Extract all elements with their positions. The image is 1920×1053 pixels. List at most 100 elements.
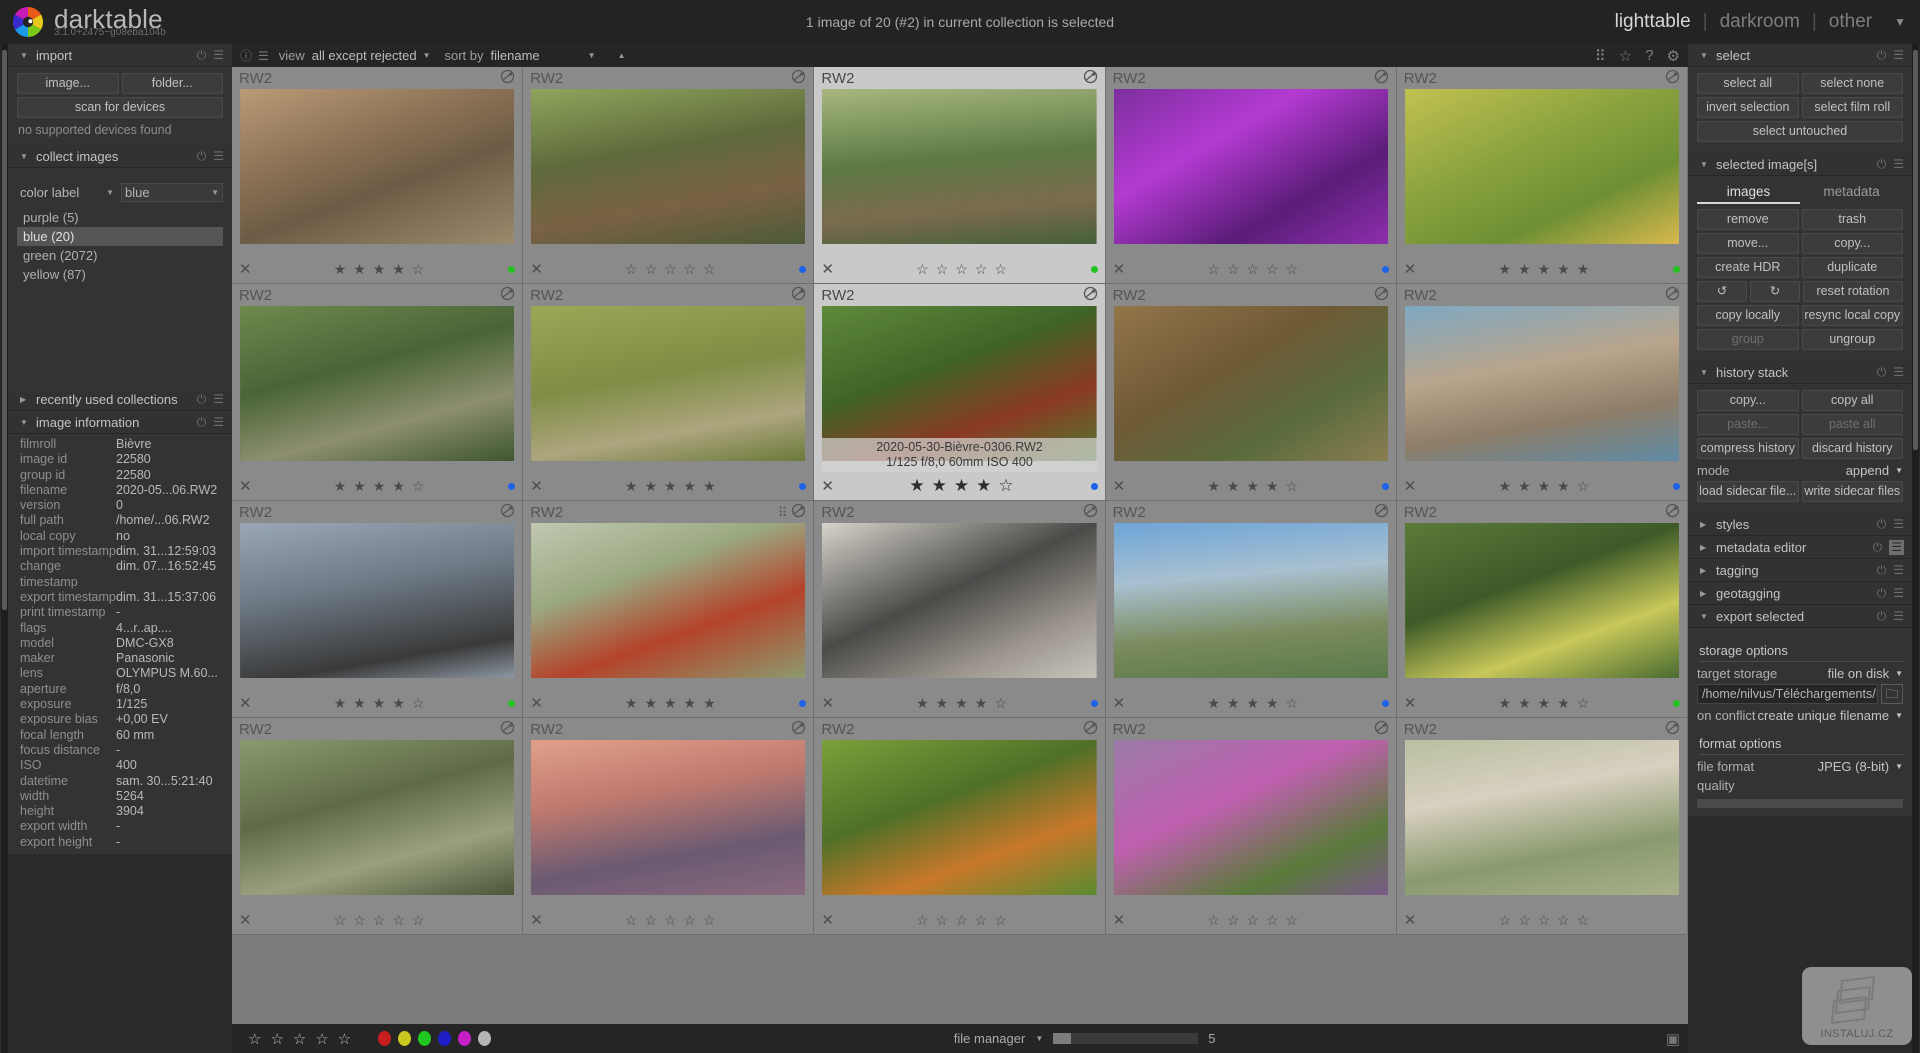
view-filter-value[interactable]: all except rejected xyxy=(312,48,417,63)
reset-icon[interactable]: ⏻ xyxy=(197,392,207,407)
color-label-filter-5[interactable] xyxy=(478,1031,492,1046)
presets-icon[interactable]: ☰ xyxy=(213,392,224,407)
presets-icon[interactable]: ☰ xyxy=(1893,517,1904,532)
altered-history-icon[interactable] xyxy=(1665,720,1680,739)
thumbnail-star-rating[interactable]: ★★★★☆ xyxy=(1422,478,1673,495)
chevron-down-icon[interactable]: ▼ xyxy=(1700,368,1709,377)
layout-mode-label[interactable]: file manager xyxy=(954,1031,1026,1046)
chevron-down-icon[interactable]: ▼ xyxy=(20,51,29,60)
help-icon[interactable]: ? xyxy=(1645,47,1653,64)
file-format-row[interactable]: file format JPEG (8-bit) ▼ xyxy=(1697,759,1903,774)
thumbnail-image[interactable] xyxy=(531,89,806,244)
module-header-styles[interactable]: ▶ styles ⏻ ☰ xyxy=(1688,513,1912,536)
presets-icon[interactable]: ☰ xyxy=(1893,48,1904,63)
sort-by-value[interactable]: filename xyxy=(491,48,540,63)
thumbnail-star-rating[interactable]: ★★★★☆ xyxy=(839,695,1090,712)
thumbnail-image[interactable] xyxy=(1113,89,1388,244)
chevron-down-icon[interactable]: ▼ xyxy=(1700,612,1709,621)
view-lighttable[interactable]: lighttable xyxy=(1603,11,1703,33)
chevron-right-icon[interactable]: ▶ xyxy=(1700,543,1709,552)
reject-icon[interactable]: ✕ xyxy=(1404,260,1422,278)
remove-button[interactable]: remove xyxy=(1697,209,1799,230)
module-header-selected-images[interactable]: ▼ selected image[s] ⏻ ☰ xyxy=(1688,153,1912,176)
thumbnail-cell[interactable]: RW2 ✕ ★★★★☆ xyxy=(814,501,1106,718)
rotate-ccw-button[interactable]: ↺ xyxy=(1697,281,1747,302)
altered-history-icon[interactable] xyxy=(1083,69,1098,88)
color-label-filter-0[interactable] xyxy=(378,1031,392,1046)
presets-icon[interactable]: ☰ xyxy=(1893,365,1904,380)
reject-icon[interactable]: ✕ xyxy=(239,694,257,712)
color-label-filter-2[interactable] xyxy=(418,1031,432,1046)
reset-icon[interactable]: ⏻ xyxy=(197,48,207,63)
module-header-export-selected[interactable]: ▼ export selected ⏻ ☰ xyxy=(1688,605,1912,628)
thumbnail-image[interactable] xyxy=(822,740,1097,895)
presets-icon[interactable]: ☰ xyxy=(213,149,224,164)
thumbnail-cell[interactable]: RW2 ✕ ★★★★★ xyxy=(523,284,815,501)
presets-icon[interactable]: ☰ xyxy=(213,48,224,63)
info-icon[interactable]: ⓘ xyxy=(240,47,252,64)
trash-button[interactable]: trash xyxy=(1801,209,1903,230)
thumbnail-cell[interactable]: RW2 ✕ ★★★★☆ xyxy=(232,284,524,501)
thumbnail-cell[interactable]: RW2 2020-05-30-Bièvre-0306.RW2 1/125 f/8,0… xyxy=(814,284,1106,501)
altered-history-icon[interactable] xyxy=(791,720,806,739)
group-icon[interactable]: ⠿ xyxy=(778,505,788,521)
chevron-down-icon[interactable]: ▼ xyxy=(20,152,29,161)
module-header-select[interactable]: ▼ select ⏻ ☰ xyxy=(1688,44,1912,67)
collect-item-yellow[interactable]: yellow (87) xyxy=(17,265,223,284)
reject-icon[interactable]: ✕ xyxy=(239,260,257,278)
move-button[interactable]: move... xyxy=(1697,233,1799,254)
thumbnail-cell[interactable]: RW2 ✕ ★★★★★ xyxy=(1396,67,1688,284)
chevron-right-icon[interactable]: ▶ xyxy=(20,395,29,404)
altered-history-icon[interactable] xyxy=(1374,503,1389,522)
thumbnail-star-rating[interactable]: ☆☆☆☆☆ xyxy=(548,912,799,929)
thumbnail-cell[interactable]: RW2 ✕ ★★★★☆ xyxy=(1396,284,1688,501)
thumbnail-star-rating[interactable]: ★★★★☆ xyxy=(839,476,1090,496)
reject-icon[interactable]: ✕ xyxy=(1404,694,1422,712)
chevron-right-icon[interactable]: ▶ xyxy=(1700,589,1709,598)
group-button[interactable]: group xyxy=(1697,329,1799,350)
thumbnail-image[interactable] xyxy=(531,523,806,678)
reset-icon[interactable]: ⏻ xyxy=(1877,365,1887,380)
thumbnail-image[interactable] xyxy=(1404,306,1679,461)
thumbnail-image[interactable] xyxy=(1404,89,1679,244)
thumbnail-cell[interactable]: RW2 ✕ ★★★★☆ xyxy=(1105,284,1397,501)
color-label-filter-4[interactable] xyxy=(458,1031,472,1046)
altered-history-icon[interactable] xyxy=(791,503,806,522)
reject-icon[interactable]: ✕ xyxy=(530,694,548,712)
reject-icon[interactable]: ✕ xyxy=(821,694,839,712)
reject-icon[interactable]: ✕ xyxy=(821,260,839,278)
thumbnail-image[interactable] xyxy=(1404,740,1679,895)
altered-history-icon[interactable] xyxy=(1083,286,1098,305)
duplicate-button[interactable]: duplicate xyxy=(1801,257,1903,278)
altered-history-icon[interactable] xyxy=(500,286,515,305)
history-paste-all-button[interactable]: paste all xyxy=(1801,414,1903,435)
thumbnail-star-rating[interactable]: ☆☆☆☆☆ xyxy=(839,912,1090,929)
history-copy-button[interactable]: copy... xyxy=(1697,390,1799,411)
history-copy-all-button[interactable]: copy all xyxy=(1801,390,1903,411)
thumbnail-image[interactable] xyxy=(1404,523,1679,678)
load-sidecar-file-button[interactable]: load sidecar file... xyxy=(1697,481,1799,502)
module-header-metadata-editor[interactable]: ▶ metadata editor ⏻ ☰ xyxy=(1688,536,1912,559)
reject-icon[interactable]: ✕ xyxy=(530,911,548,929)
thumbnail-star-rating[interactable]: ☆☆☆☆☆ xyxy=(839,261,1090,278)
copy-locally-button[interactable]: copy locally xyxy=(1697,305,1799,326)
reject-icon[interactable]: ✕ xyxy=(530,477,548,495)
altered-history-icon[interactable] xyxy=(1083,503,1098,522)
presets-icon[interactable]: ☰ xyxy=(1893,586,1904,601)
thumbnail-star-rating[interactable]: ☆☆☆☆☆ xyxy=(548,261,799,278)
view-darkroom[interactable]: darkroom xyxy=(1708,11,1812,33)
module-header-geotagging[interactable]: ▶ geotagging ⏻ ☰ xyxy=(1688,582,1912,605)
reset-icon[interactable]: ⏻ xyxy=(197,149,207,164)
thumbnail-cell[interactable]: RW2 ✕ ★★★★☆ xyxy=(232,501,524,718)
folder-picker-icon[interactable]: 🗀 xyxy=(1881,684,1903,704)
on-conflict-row[interactable]: on conflict create unique filename ▼ xyxy=(1697,708,1903,723)
color-label-filter-1[interactable] xyxy=(398,1031,412,1046)
select-untouched-button[interactable]: select untouched xyxy=(1697,121,1903,142)
reset-icon[interactable]: ⏻ xyxy=(1877,609,1887,624)
altered-history-icon[interactable] xyxy=(1665,503,1680,522)
reject-icon[interactable]: ✕ xyxy=(1404,477,1422,495)
altered-history-icon[interactable] xyxy=(500,503,515,522)
altered-history-icon[interactable] xyxy=(500,720,515,739)
thumbnail-image[interactable] xyxy=(240,306,515,461)
chevron-down-icon[interactable]: ▼ xyxy=(1035,1034,1043,1043)
